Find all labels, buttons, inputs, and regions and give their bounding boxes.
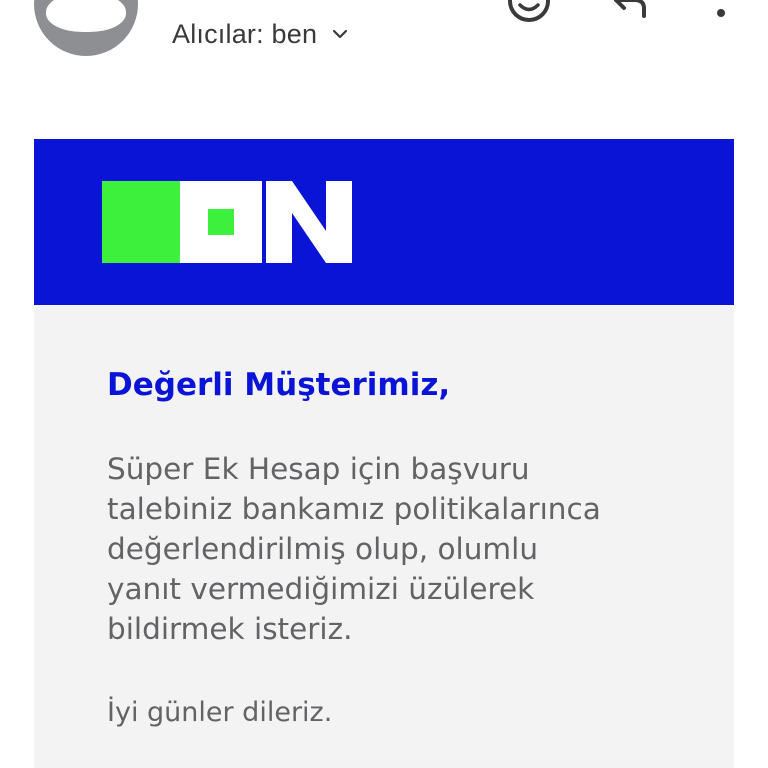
logo-green-block [102,181,180,263]
more-vertical-icon[interactable] [696,0,746,26]
brand-banner: ON [34,139,734,305]
logo-letter-n [266,181,352,263]
email-body: Değerli Müşterimiz, Süper Ek Hesap için … [34,305,734,768]
logo-letter-o [180,181,262,263]
logo-o-dot [208,209,234,235]
closing-line: İyi günler dileriz. [107,697,333,728]
sender-avatar[interactable] [34,0,138,56]
body-line: bildirmek isteriz. [107,612,353,646]
message-paragraph: Süper Ek Hesap için başvuru talebiniz ban… [107,449,697,649]
reply-icon[interactable] [604,0,654,26]
body-line: talebiniz bankamız politikalarınca [107,492,601,526]
brand-logo: ON [102,181,352,263]
body-line: Süper Ek Hesap için başvuru [107,452,530,486]
recipients-toggle[interactable]: Alıcılar: ben [172,14,349,54]
body-line: yanıt vermediğimizi üzülerek [107,572,535,606]
email-view: Alıcılar: ben Değerli Müşterimiz, Süper … [0,0,768,768]
body-line: değerlendirilmiş olup, olumlu [107,532,539,566]
person-icon [46,0,126,32]
greeting: Değerli Müşterimiz, [107,367,451,403]
chevron-down-icon [331,25,349,43]
smiley-icon[interactable] [504,0,554,26]
recipients-label: Alıcılar: ben [172,18,318,49]
